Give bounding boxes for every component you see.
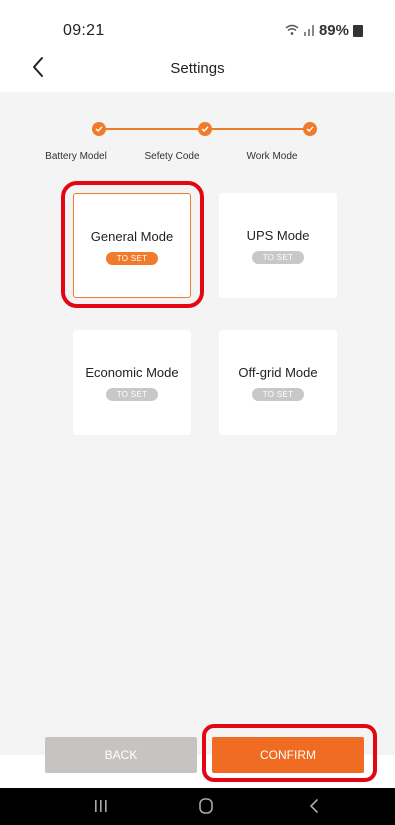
status-bar: 09:21 89% (0, 0, 395, 46)
step-connector-1 (105, 128, 199, 130)
step-connector-2 (210, 128, 308, 130)
system-navigation-bar (0, 788, 395, 825)
step-2-check-icon (198, 122, 212, 136)
settings-content: Battery Model Sefety Code Work Mode Gene… (0, 92, 395, 755)
to-set-button[interactable]: TO SET (106, 252, 158, 265)
step-1-check-icon (92, 122, 106, 136)
system-icons: 89% (285, 22, 363, 39)
step-label-work-mode: Work Mode (246, 151, 298, 162)
signal-icon (303, 23, 315, 39)
mode-card-off-grid[interactable]: Off-grid Mode TO SET (219, 330, 337, 435)
back-icon[interactable] (300, 794, 330, 818)
recent-apps-icon[interactable] (86, 794, 116, 818)
progress-stepper: Battery Model Sefety Code Work Mode (0, 118, 395, 168)
mode-card-ups[interactable]: UPS Mode TO SET (219, 193, 337, 298)
status-time: 09:21 (63, 22, 105, 39)
step-label-battery-model: Battery Model (45, 151, 107, 162)
back-button[interactable]: BACK (45, 737, 197, 773)
mode-card-economic[interactable]: Economic Mode TO SET (73, 330, 191, 435)
mode-title: General Mode (90, 229, 174, 244)
to-set-button[interactable]: TO SET (252, 251, 304, 264)
battery-percentage: 89% (318, 22, 349, 39)
to-set-button[interactable]: TO SET (252, 388, 304, 401)
step-label-safety-code: Sefety Code (144, 151, 200, 162)
screen: 09:21 89% Settings Battery Model Sefety … (0, 0, 395, 825)
to-set-button[interactable]: TO SET (106, 388, 158, 401)
wifi-icon (285, 23, 299, 39)
app-header: Settings (0, 46, 395, 92)
mode-title: UPS Mode (246, 228, 310, 243)
battery-icon (353, 24, 363, 37)
mode-title: Economic Mode (85, 365, 179, 380)
confirm-button[interactable]: CONFIRM (212, 737, 364, 773)
page-title: Settings (170, 60, 225, 77)
step-3-check-icon (303, 122, 317, 136)
mode-title: Off-grid Mode (238, 365, 318, 380)
mode-card-general[interactable]: General Mode TO SET (73, 193, 191, 298)
home-icon[interactable] (191, 794, 221, 818)
